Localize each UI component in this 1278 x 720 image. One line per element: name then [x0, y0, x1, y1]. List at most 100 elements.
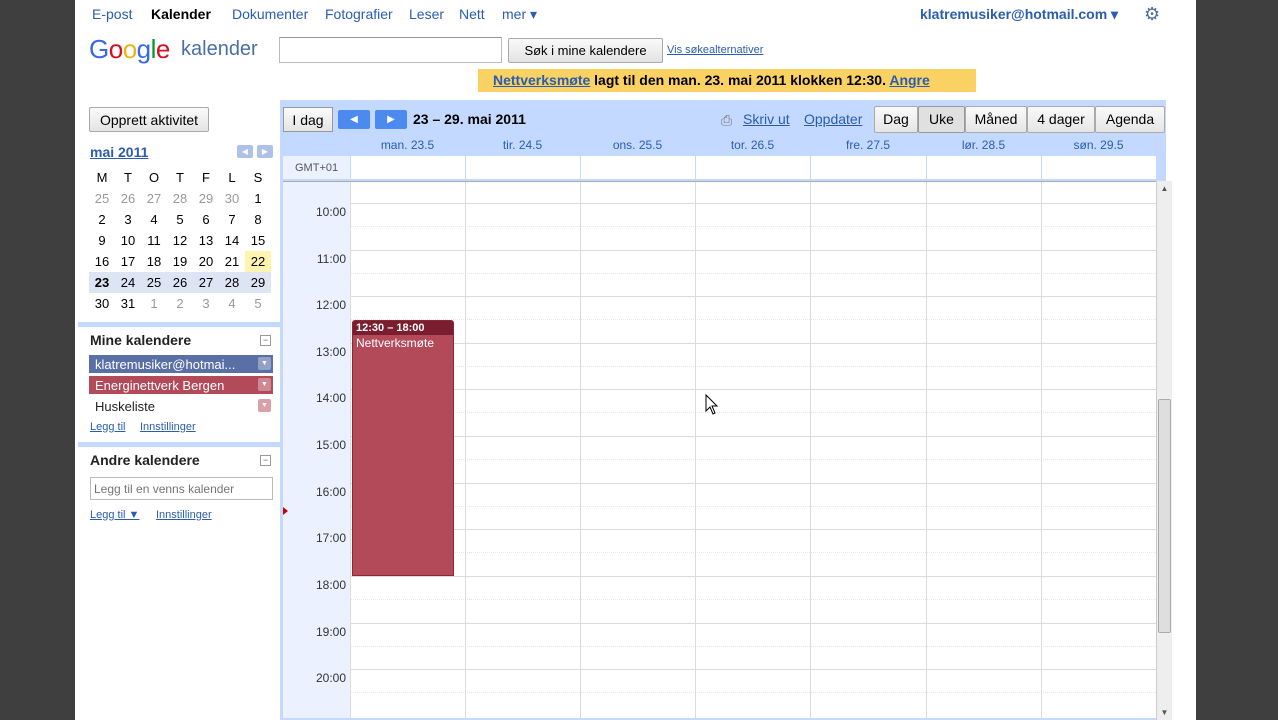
add-other-calendar-link[interactable]: Legg til ▼: [90, 509, 139, 521]
day-header[interactable]: søn. 29.5: [1041, 138, 1156, 152]
mini-day[interactable]: 31: [115, 293, 141, 314]
mini-day[interactable]: 20: [193, 251, 219, 272]
nav-calendar[interactable]: Kalender: [151, 6, 211, 22]
all-day-cell[interactable]: [810, 156, 926, 179]
previous-week-icon[interactable]: ◀: [338, 110, 370, 129]
nav-reader[interactable]: Leser: [409, 6, 444, 22]
scroll-down-icon[interactable]: ▼: [1157, 708, 1172, 717]
mini-day[interactable]: 28: [167, 188, 193, 209]
search-options-link[interactable]: Vis søkealternativer: [667, 44, 763, 56]
mini-day[interactable]: 4: [219, 293, 245, 314]
mini-day[interactable]: 16: [89, 251, 115, 272]
mini-day[interactable]: 27: [141, 188, 167, 209]
mini-day[interactable]: 8: [245, 209, 271, 230]
all-day-cell[interactable]: [695, 156, 810, 179]
mini-day[interactable]: 6: [193, 209, 219, 230]
mini-day[interactable]: 3: [193, 293, 219, 314]
scroll-thumb[interactable]: [1158, 399, 1171, 633]
undo-link[interactable]: Angre: [889, 72, 929, 88]
printer-icon[interactable]: ⎙: [721, 112, 732, 129]
day-header[interactable]: tor. 26.5: [695, 138, 810, 152]
mini-day[interactable]: 1: [245, 188, 271, 209]
all-day-cell[interactable]: [580, 156, 695, 179]
mini-day[interactable]: 3: [115, 209, 141, 230]
mini-day[interactable]: 30: [89, 293, 115, 314]
view-month-tab[interactable]: Måned: [965, 106, 1027, 133]
collapse-icon[interactable]: −: [260, 455, 271, 466]
mini-day[interactable]: 9: [89, 230, 115, 251]
friend-calendar-input[interactable]: [90, 477, 273, 500]
add-calendar-link[interactable]: Legg til: [90, 421, 125, 433]
mini-day[interactable]: 29: [245, 272, 271, 293]
print-link[interactable]: Skriv ut: [743, 111, 790, 127]
mini-day[interactable]: 5: [167, 209, 193, 230]
today-button[interactable]: I dag: [283, 107, 333, 132]
all-day-cell[interactable]: [465, 156, 580, 179]
mini-prev-icon[interactable]: ◀: [237, 145, 253, 158]
mini-day[interactable]: 14: [219, 230, 245, 251]
week-grid[interactable]: 10:00 11:00 12:00 13:00 14:00 15:00 16:0…: [283, 181, 1156, 718]
collapse-icon[interactable]: −: [260, 335, 271, 346]
calendar-item-energinettverk[interactable]: Energinettverk Bergen ▼: [89, 376, 273, 394]
mini-day[interactable]: 27: [193, 272, 219, 293]
create-event-button[interactable]: Opprett aktivitet: [89, 107, 209, 132]
mini-next-icon[interactable]: ▶: [257, 145, 273, 158]
mini-day[interactable]: 25: [141, 272, 167, 293]
search-input[interactable]: [279, 37, 502, 63]
notice-event-link[interactable]: Nettverksmøte: [493, 72, 590, 88]
calendar-item-personal[interactable]: klatremusiker@hotmai... ▼: [89, 355, 273, 373]
mini-day[interactable]: 21: [219, 251, 245, 272]
view-day-tab[interactable]: Dag: [874, 106, 918, 133]
other-calendars-title[interactable]: Andre kalendere: [90, 452, 200, 468]
nav-more[interactable]: mer ▾: [502, 6, 537, 23]
view-agenda-tab[interactable]: Agenda: [1095, 106, 1165, 133]
refresh-link[interactable]: Oppdater: [804, 111, 862, 127]
mini-day[interactable]: 30: [219, 188, 245, 209]
view-week-tab[interactable]: Uke: [918, 106, 965, 133]
nav-web[interactable]: Nett: [459, 6, 485, 22]
mini-day[interactable]: 7: [219, 209, 245, 230]
mini-day[interactable]: 26: [115, 188, 141, 209]
mini-day[interactable]: 19: [167, 251, 193, 272]
next-week-icon[interactable]: ▶: [375, 110, 407, 129]
mini-day[interactable]: 18: [141, 251, 167, 272]
nav-photos[interactable]: Fotografier: [325, 6, 393, 22]
mini-day[interactable]: 24: [115, 272, 141, 293]
mini-day[interactable]: 29: [193, 188, 219, 209]
event-block[interactable]: 12:30 – 18:00 Nettverksmøte: [352, 320, 454, 576]
mini-day[interactable]: 15: [245, 230, 271, 251]
calendar-settings-link[interactable]: Innstillinger: [140, 421, 196, 433]
my-calendars-title[interactable]: Mine kalendere: [90, 332, 191, 348]
mini-day[interactable]: 1: [141, 293, 167, 314]
mini-day[interactable]: 10: [115, 230, 141, 251]
mini-day[interactable]: 11: [141, 230, 167, 251]
other-calendar-settings-link[interactable]: Innstillinger: [156, 509, 212, 521]
day-header[interactable]: lør. 28.5: [926, 138, 1041, 152]
day-header[interactable]: ons. 25.5: [580, 138, 695, 152]
account-menu[interactable]: klatremusiker@hotmail.com ▾: [920, 6, 1118, 23]
gear-icon[interactable]: ⚙: [1144, 4, 1160, 25]
search-button[interactable]: Søk i mine kalendere: [508, 38, 663, 63]
chevron-down-icon[interactable]: ▼: [258, 378, 271, 391]
mini-day[interactable]: 2: [89, 209, 115, 230]
all-day-cell[interactable]: [926, 156, 1041, 179]
all-day-cell[interactable]: [350, 156, 465, 179]
chevron-down-icon[interactable]: ▼: [258, 357, 271, 370]
mini-day[interactable]: 4: [141, 209, 167, 230]
mini-day[interactable]: 5: [245, 293, 271, 314]
mini-calendar-month[interactable]: mai 2011: [90, 144, 148, 160]
mini-day[interactable]: 23: [89, 272, 115, 293]
all-day-cell[interactable]: [1041, 156, 1156, 179]
calendar-item-tasks[interactable]: Huskeliste ▼: [89, 397, 273, 415]
day-header[interactable]: man. 23.5: [350, 138, 465, 152]
nav-email[interactable]: E-post: [92, 6, 132, 22]
chevron-down-icon[interactable]: ▼: [258, 399, 271, 412]
nav-documents[interactable]: Dokumenter: [232, 6, 308, 22]
mini-day[interactable]: 28: [219, 272, 245, 293]
mini-day[interactable]: 2: [167, 293, 193, 314]
mini-day[interactable]: 13: [193, 230, 219, 251]
mini-day-today[interactable]: 22: [245, 251, 271, 272]
mini-day[interactable]: 25: [89, 188, 115, 209]
mini-day[interactable]: 12: [167, 230, 193, 251]
scroll-up-icon[interactable]: ▲: [1157, 184, 1172, 193]
